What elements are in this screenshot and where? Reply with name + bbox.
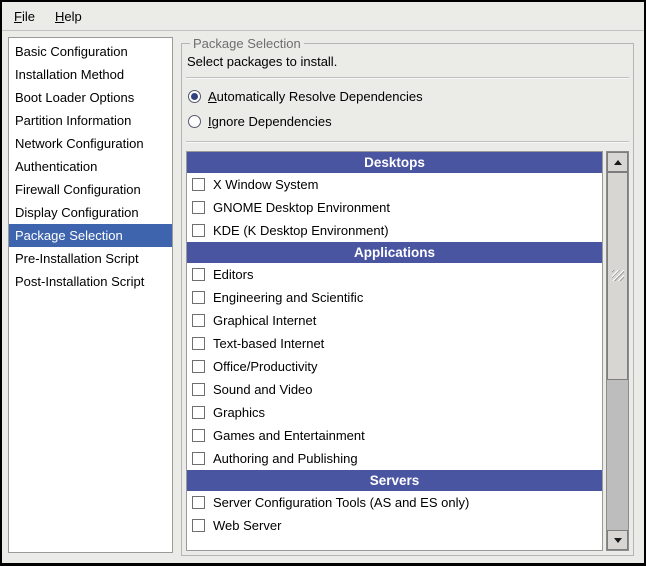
kickstart-configurator-window: File Help Basic ConfigurationInstallation…: [0, 0, 646, 566]
package-label: Server Configuration Tools (AS and ES on…: [213, 495, 469, 510]
radio-unselected-icon[interactable]: [188, 115, 201, 128]
package-label: Authoring and Publishing: [213, 451, 358, 466]
menu-label-accel: F: [14, 9, 22, 24]
radio-ignore-dependencies[interactable]: Ignore Dependencies: [188, 109, 629, 134]
scroll-down-button[interactable]: [607, 530, 628, 550]
scrollbar-track[interactable]: [607, 172, 628, 530]
package-label: Editors: [213, 267, 253, 282]
scrollbar-thumb[interactable]: [607, 172, 628, 380]
package-row-text-based-internet[interactable]: Text-based Internet: [187, 332, 602, 355]
radio-label-text: utomatically Resolve Dependencies: [217, 89, 423, 104]
menubar: File Help: [2, 2, 644, 31]
package-list: Desktops X Window System GNOME Desktop Env…: [186, 151, 603, 551]
checkbox-server-configuration-tools-as-and-es-only[interactable]: [192, 496, 205, 509]
vertical-scrollbar[interactable]: [606, 151, 629, 551]
checkbox-x-window-system[interactable]: [192, 178, 205, 191]
package-label: KDE (K Desktop Environment): [213, 223, 389, 238]
package-row-games-and-entertainment[interactable]: Games and Entertainment: [187, 424, 602, 447]
section-header-servers: Servers: [187, 470, 602, 491]
sidebar-item-network-configuration[interactable]: Network Configuration: [9, 132, 172, 155]
section-header-applications: Applications: [187, 242, 602, 263]
menu-label: elp: [64, 9, 81, 24]
package-row-editors[interactable]: Editors: [187, 263, 602, 286]
checkbox-graphics[interactable]: [192, 406, 205, 419]
separator: [186, 77, 629, 79]
package-row-office-productivity[interactable]: Office/Productivity: [187, 355, 602, 378]
package-label: GNOME Desktop Environment: [213, 200, 390, 215]
sidebar-section-list: Basic ConfigurationInstallation MethodBo…: [8, 37, 173, 553]
package-label: Games and Entertainment: [213, 428, 365, 443]
radio-dot: [191, 93, 198, 100]
checkbox-authoring-and-publishing[interactable]: [192, 452, 205, 465]
package-row-web-server[interactable]: Web Server: [187, 514, 602, 537]
sidebar-item-post-installation-script[interactable]: Post-Installation Script: [9, 270, 172, 293]
menu-label-accel: H: [55, 9, 64, 24]
scroll-up-button[interactable]: [607, 152, 628, 172]
menu-file[interactable]: File: [12, 8, 37, 25]
panel-subtitle: Select packages to install.: [187, 53, 629, 70]
sidebar-item-partition-information[interactable]: Partition Information: [9, 109, 172, 132]
package-row-server-configuration-tools-as-and-es-only[interactable]: Server Configuration Tools (AS and ES on…: [187, 491, 602, 514]
sidebar-item-display-configuration[interactable]: Display Configuration: [9, 201, 172, 224]
package-label: Office/Productivity: [213, 359, 318, 374]
package-label: Graphical Internet: [213, 313, 316, 328]
sidebar-item-authentication[interactable]: Authentication: [9, 155, 172, 178]
package-selection-frame: Package Selection Select packages to ins…: [181, 36, 634, 556]
sidebar-item-firewall-configuration[interactable]: Firewall Configuration: [9, 178, 172, 201]
radio-label-accel: A: [208, 89, 217, 104]
checkbox-sound-and-video[interactable]: [192, 383, 205, 396]
sidebar-item-package-selection[interactable]: Package Selection: [9, 224, 172, 247]
checkbox-gnome-desktop-environment[interactable]: [192, 201, 205, 214]
package-row-kde-k-desktop-environment[interactable]: KDE (K Desktop Environment): [187, 219, 602, 242]
checkbox-office-productivity[interactable]: [192, 360, 205, 373]
sidebar-item-basic-configuration[interactable]: Basic Configuration: [9, 40, 172, 63]
menu-label: ile: [22, 9, 35, 24]
checkbox-text-based-internet[interactable]: [192, 337, 205, 350]
sidebar-item-installation-method[interactable]: Installation Method: [9, 63, 172, 86]
package-label: Engineering and Scientific: [213, 290, 363, 305]
package-row-engineering-and-scientific[interactable]: Engineering and Scientific: [187, 286, 602, 309]
package-label: Sound and Video: [213, 382, 313, 397]
frame-title: Package Selection: [190, 36, 304, 51]
package-row-sound-and-video[interactable]: Sound and Video: [187, 378, 602, 401]
package-label: Graphics: [213, 405, 265, 420]
up-arrow-icon: [614, 160, 622, 165]
radio-automatically-resolve-dependencies[interactable]: Automatically Resolve Dependencies: [188, 84, 629, 109]
radio-label: Automatically Resolve Dependencies: [208, 89, 423, 104]
package-row-graphical-internet[interactable]: Graphical Internet: [187, 309, 602, 332]
radio-label: Ignore Dependencies: [208, 114, 332, 129]
package-label: Text-based Internet: [213, 336, 324, 351]
section-header-desktops: Desktops: [187, 152, 602, 173]
checkbox-editors[interactable]: [192, 268, 205, 281]
package-row-authoring-and-publishing[interactable]: Authoring and Publishing: [187, 447, 602, 470]
sidebar-item-pre-installation-script[interactable]: Pre-Installation Script: [9, 247, 172, 270]
sidebar-item-boot-loader-options[interactable]: Boot Loader Options: [9, 86, 172, 109]
radio-selected-icon[interactable]: [188, 90, 201, 103]
checkbox-games-and-entertainment[interactable]: [192, 429, 205, 442]
checkbox-web-server[interactable]: [192, 519, 205, 532]
scrollbar-grip: [612, 270, 624, 281]
checkbox-engineering-and-scientific[interactable]: [192, 291, 205, 304]
package-row-x-window-system[interactable]: X Window System: [187, 173, 602, 196]
checkbox-kde-k-desktop-environment[interactable]: [192, 224, 205, 237]
package-label: X Window System: [213, 177, 318, 192]
checkbox-graphical-internet[interactable]: [192, 314, 205, 327]
package-label: Web Server: [213, 518, 281, 533]
separator: [186, 141, 629, 143]
package-row-graphics[interactable]: Graphics: [187, 401, 602, 424]
dependency-radio-group: Automatically Resolve Dependencies Ignore…: [186, 84, 629, 134]
down-arrow-icon: [614, 538, 622, 543]
menu-help[interactable]: Help: [53, 8, 84, 25]
package-row-gnome-desktop-environment[interactable]: GNOME Desktop Environment: [187, 196, 602, 219]
radio-label-text: gnore Dependencies: [212, 114, 332, 129]
package-list-area: Desktops X Window System GNOME Desktop Env…: [186, 151, 629, 551]
